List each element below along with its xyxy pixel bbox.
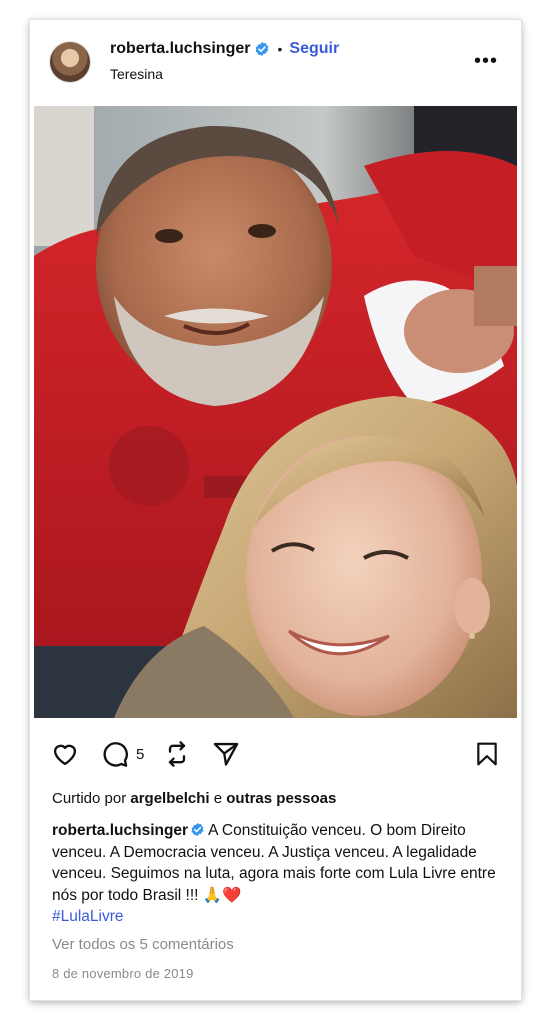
instagram-post-card: roberta.luchsinger • Seguir Teresina ••• — [30, 20, 521, 1000]
post-header: roberta.luchsinger • Seguir Teresina ••• — [30, 20, 521, 106]
liked-user[interactable]: argelbelchi — [130, 790, 209, 807]
verified-badge-icon — [256, 42, 269, 56]
liked-others[interactable]: outras pessoas — [226, 790, 336, 807]
repost-icon — [168, 741, 186, 767]
comment-button[interactable]: 5 — [100, 740, 144, 768]
post-date[interactable]: 8 de novembro de 2019 — [52, 966, 194, 981]
comment-icon — [103, 742, 128, 767]
share-button[interactable] — [211, 740, 241, 768]
photo-illustration — [34, 106, 517, 718]
send-icon — [213, 742, 239, 766]
save-button[interactable] — [474, 740, 500, 768]
author-username[interactable]: roberta.luchsinger — [110, 40, 250, 58]
post-actions-bar: 5 — [30, 732, 521, 776]
heart-icon — [53, 744, 77, 766]
bookmark-icon — [477, 742, 497, 766]
author-row: roberta.luchsinger • Seguir — [110, 40, 339, 58]
follow-button[interactable]: Seguir — [289, 40, 339, 58]
post-caption: roberta.luchsinger A Constituição venceu… — [52, 820, 504, 928]
caption-verified-badge-icon — [191, 822, 204, 837]
liked-prefix: Curtido por — [52, 790, 127, 807]
liked-connector: e — [213, 790, 223, 807]
more-options-button[interactable]: ••• — [472, 50, 500, 72]
post-photo[interactable] — [34, 106, 517, 718]
liked-by-line: Curtido por argelbelchi e outras pessoas — [52, 790, 336, 807]
caption-username[interactable]: roberta.luchsinger — [52, 822, 188, 839]
like-button[interactable] — [50, 740, 80, 768]
post-location[interactable]: Teresina — [110, 66, 163, 82]
repost-button[interactable] — [163, 740, 191, 768]
header-separator: • — [277, 41, 283, 57]
view-all-comments-link[interactable]: Ver todos os 5 comentários — [52, 936, 234, 953]
comment-count: 5 — [136, 745, 145, 763]
caption-hashtag[interactable]: #LulaLivre — [52, 908, 124, 925]
author-avatar[interactable] — [50, 42, 90, 82]
